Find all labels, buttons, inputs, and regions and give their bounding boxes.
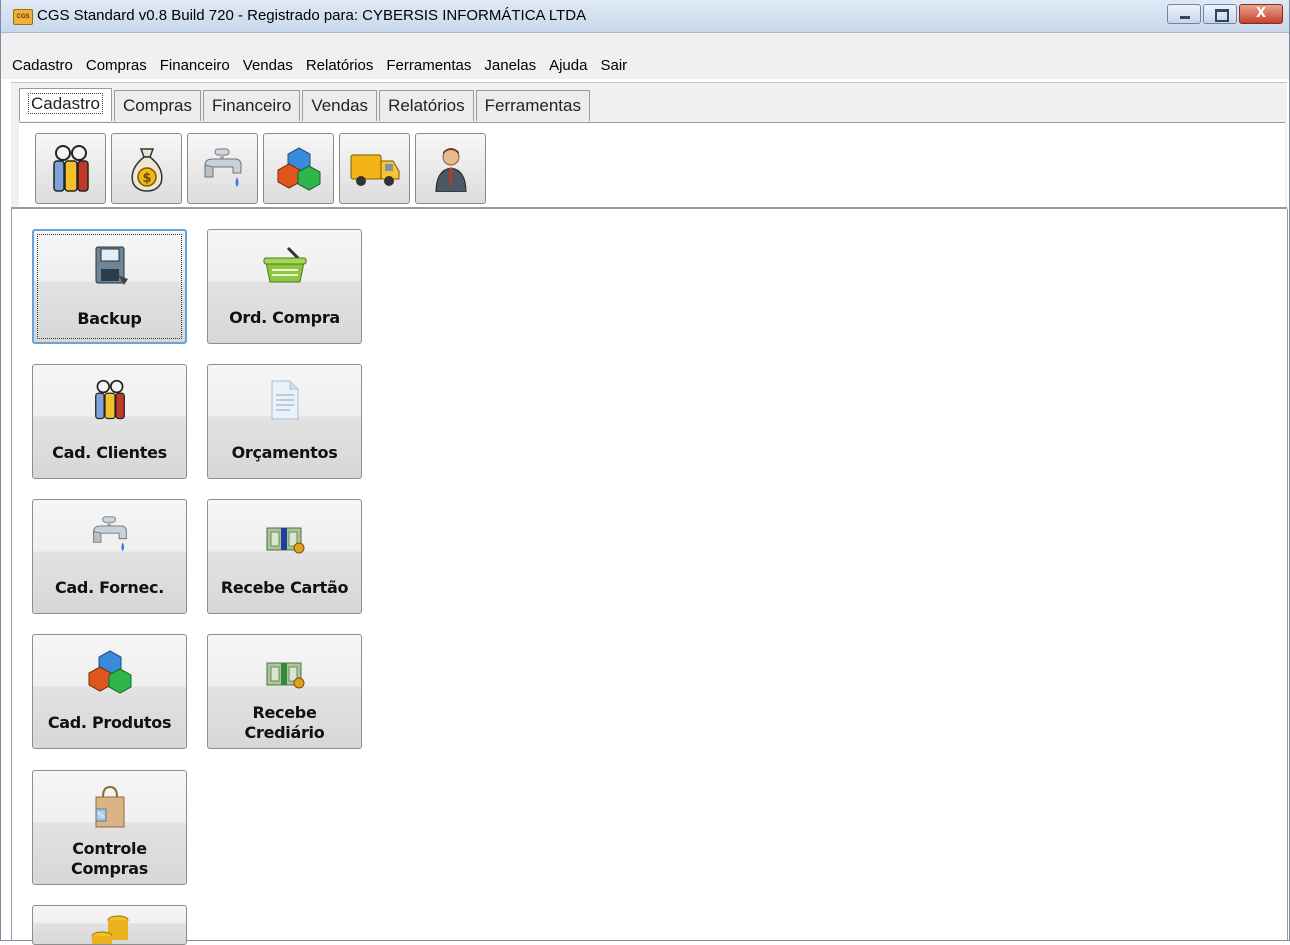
clients-icon bbox=[52, 144, 89, 192]
svg-text:%: % bbox=[97, 811, 105, 820]
menu-compras[interactable]: Compras bbox=[86, 57, 147, 74]
toolbar-clients-button[interactable] bbox=[35, 133, 106, 204]
cash-icon bbox=[266, 662, 304, 689]
tab-compras[interactable]: Compras bbox=[113, 90, 201, 121]
coins-button-partial[interactable] bbox=[32, 905, 187, 945]
toolbar-separator bbox=[11, 207, 1287, 209]
menu-ferramentas[interactable]: Ferramentas bbox=[386, 57, 471, 74]
content-border-left bbox=[11, 209, 12, 941]
document-icon bbox=[271, 380, 298, 420]
menu-janelas[interactable]: Janelas bbox=[484, 57, 536, 74]
ord-compra-button[interactable]: Ord. Compra bbox=[207, 229, 362, 344]
title-bar[interactable]: CGS CGS Standard v0.8 Build 720 - Regist… bbox=[1, 0, 1289, 33]
user-icon bbox=[434, 147, 467, 192]
tab-vendas[interactable]: Vendas bbox=[302, 90, 378, 121]
floppy-disk-icon bbox=[95, 246, 128, 285]
cubes-icon bbox=[277, 146, 320, 191]
tab-relatorios[interactable]: Relatórios bbox=[379, 90, 474, 121]
clients-icon bbox=[94, 379, 125, 420]
money-bag-icon: $ bbox=[130, 147, 163, 192]
orcamentos-button[interactable]: Orçamentos bbox=[207, 364, 362, 479]
tab-strip: Cadastro Compras Financeiro Vendas Relat… bbox=[19, 88, 592, 121]
faucet-icon bbox=[204, 148, 241, 187]
minimize-icon bbox=[1180, 16, 1190, 19]
controle-compras-label-line1: Controle bbox=[72, 839, 147, 858]
app-window: CGS CGS Standard v0.8 Build 720 - Regist… bbox=[0, 0, 1290, 945]
menu-items: Cadastro Compras Financeiro Vendas Relat… bbox=[12, 57, 640, 74]
cad-fornec-label: Cad. Fornec. bbox=[54, 578, 164, 597]
orcamentos-label: Orçamentos bbox=[231, 443, 338, 462]
recebe-crediario-label-line2: Crediário bbox=[244, 723, 325, 742]
basket-icon bbox=[263, 246, 306, 283]
cubes-icon bbox=[88, 650, 131, 694]
svg-text:$: $ bbox=[142, 171, 151, 186]
toolbar-faucet-button[interactable] bbox=[187, 133, 258, 204]
cad-produtos-button[interactable]: Cad. Produtos bbox=[32, 634, 187, 749]
truck-icon bbox=[350, 154, 399, 186]
backup-label: Backup bbox=[77, 309, 142, 328]
tab-cadastro[interactable]: Cadastro bbox=[19, 88, 112, 121]
controle-compras-button[interactable]: % Controle Compras bbox=[32, 770, 187, 885]
faucet-icon bbox=[92, 516, 127, 552]
menu-relatorios[interactable]: Relatórios bbox=[306, 57, 374, 74]
toolbar-products-button[interactable] bbox=[263, 133, 334, 204]
recebe-crediario-button[interactable]: Recebe Crediário bbox=[207, 634, 362, 749]
toolbar: $ bbox=[35, 133, 491, 204]
controle-compras-label: Controle Compras bbox=[33, 839, 186, 879]
shopping-bag-icon: % bbox=[95, 785, 124, 828]
recebe-crediario-label: Recebe Crediário bbox=[208, 703, 361, 743]
toolbar-money-button[interactable]: $ bbox=[111, 133, 182, 204]
recebe-cartao-button[interactable]: Recebe Cartão bbox=[207, 499, 362, 614]
tab-financeiro[interactable]: Financeiro bbox=[202, 90, 301, 121]
menu-financeiro[interactable]: Financeiro bbox=[160, 57, 230, 74]
toolbar-user-button[interactable] bbox=[415, 133, 486, 204]
backup-button[interactable]: Backup bbox=[32, 229, 187, 344]
cad-fornec-button[interactable]: Cad. Fornec. bbox=[32, 499, 187, 614]
cash-icon bbox=[266, 527, 304, 554]
close-icon: X bbox=[1255, 6, 1267, 21]
cad-produtos-label: Cad. Produtos bbox=[47, 713, 172, 732]
content-border-right bbox=[1287, 209, 1288, 941]
menu-ajuda[interactable]: Ajuda bbox=[549, 57, 587, 74]
cad-clientes-label: Cad. Clientes bbox=[52, 443, 167, 462]
maximize-icon bbox=[1215, 9, 1229, 22]
coins-icon bbox=[91, 915, 128, 944]
window-title: CGS Standard v0.8 Build 720 - Registrado… bbox=[37, 7, 587, 24]
minimize-button[interactable] bbox=[1167, 4, 1201, 24]
toolbar-truck-button[interactable] bbox=[339, 133, 410, 204]
maximize-button[interactable] bbox=[1203, 4, 1237, 24]
menu-cadastro[interactable]: Cadastro bbox=[12, 57, 73, 74]
tab-ferramentas[interactable]: Ferramentas bbox=[475, 90, 590, 121]
close-button[interactable]: X bbox=[1239, 4, 1283, 24]
ord-compra-label: Ord. Compra bbox=[229, 308, 340, 327]
tab-label: Cadastro bbox=[28, 93, 103, 114]
cad-clientes-button[interactable]: Cad. Clientes bbox=[32, 364, 187, 479]
recebe-crediario-label-line1: Recebe bbox=[252, 703, 317, 722]
app-logo-icon: CGS bbox=[13, 9, 33, 25]
controle-compras-label-line2: Compras bbox=[71, 859, 148, 878]
recebe-cartao-label: Recebe Cartão bbox=[220, 578, 349, 597]
menu-vendas[interactable]: Vendas bbox=[243, 57, 293, 74]
menu-sair[interactable]: Sair bbox=[600, 57, 627, 74]
